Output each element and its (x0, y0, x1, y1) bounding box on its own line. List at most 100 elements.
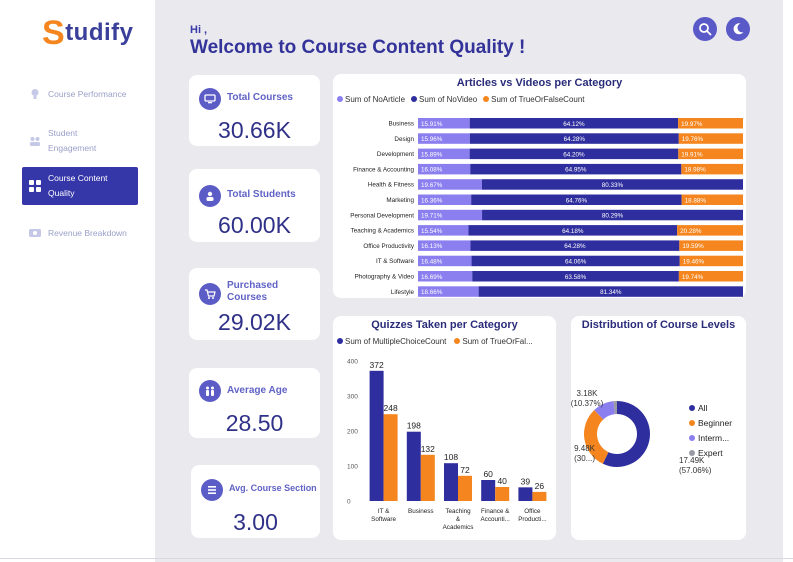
bar (369, 370, 384, 501)
category-label: Business (388, 121, 414, 128)
course-levels-chart: 17.49K(57.06%)9.48K(30...)3.18K(10.37%) A… (571, 389, 732, 475)
data-label: 248 (384, 403, 398, 413)
main-content: Hi , Welcome to Course Content Quality !… (155, 0, 783, 562)
legend-label: Expert (698, 448, 723, 458)
bar (444, 463, 458, 501)
data-label: 9.48K (574, 444, 596, 453)
kpi-label: Average Age (227, 385, 288, 396)
data-label: 19.67% (421, 182, 443, 189)
moon-icon (733, 23, 744, 35)
sidebar-item-course-content-quality[interactable]: Course Content Quality (22, 167, 138, 205)
articles-vs-videos-chart: Business 15.91% 64.12% 19.97% Design 15.96% 64… (350, 118, 744, 297)
category-label: Software (371, 516, 396, 523)
kpi-value: 28.50 (225, 410, 284, 436)
data-label: 16.48% (421, 259, 443, 266)
bar (458, 475, 472, 501)
data-label: 16.36% (421, 197, 443, 204)
legend-swatch (689, 435, 695, 441)
y-tick-label: 100 (347, 464, 358, 471)
bar (383, 414, 398, 501)
legend-label: All (698, 403, 708, 413)
theme-toggle-button[interactable] (726, 17, 750, 41)
data-label: 15.91% (421, 121, 443, 128)
category-label: Academics (443, 524, 474, 531)
data-label: 64.28% (564, 243, 586, 250)
kpi-value: 3.00 (233, 509, 278, 535)
grid-icon (29, 180, 41, 192)
category-label: Office Productivity (363, 243, 414, 250)
app-logo[interactable]: Studify (42, 16, 134, 50)
data-label: (57.06%) (679, 466, 712, 475)
data-label: 16.13% (421, 243, 443, 250)
kpi-card-total-students: Total Students 60.00K (189, 169, 320, 242)
search-icon (699, 23, 712, 36)
data-label: 72 (460, 465, 470, 475)
list-icon (201, 479, 223, 501)
kpi-card-average-age: Average Age 28.50 (189, 368, 320, 438)
legend-label: Beginner (698, 418, 732, 428)
category-label: Teaching & Academics (351, 228, 414, 235)
kpi-value: 60.00K (218, 212, 291, 238)
kpi-value: 29.02K (218, 309, 291, 335)
divider (0, 558, 793, 559)
legend-label: Interm... (698, 433, 729, 443)
category-label: Business (408, 508, 434, 515)
sidebar-item-revenue-breakdown[interactable]: Revenue Breakdown (22, 225, 138, 241)
sidebar-item-label: Course Content Quality (48, 173, 108, 198)
category-label: Office (524, 508, 541, 515)
bar (406, 431, 421, 501)
data-label: 3.18K (577, 389, 599, 398)
bar (532, 491, 547, 501)
sidebar-item-student-engagement[interactable]: Student Engagement (22, 126, 138, 156)
data-label: 132 (421, 444, 435, 454)
sidebar-item-course-performance[interactable]: Course Performance (22, 86, 138, 102)
data-label: 81.34% (600, 289, 622, 296)
category-label: Marketing (386, 197, 414, 204)
category-label: Finance & (481, 508, 510, 515)
bulb-icon (31, 89, 39, 99)
sidebar: Studify Course Performance Student Engag… (0, 0, 155, 562)
category-label: Health & Fitness (368, 182, 414, 189)
kpi-label: Total Courses (227, 92, 293, 103)
data-label: 16.08% (421, 167, 443, 174)
data-label: 64.12% (563, 121, 585, 128)
data-label: 19.76% (682, 136, 704, 143)
bar (481, 480, 496, 501)
data-label: 64.95% (565, 167, 587, 174)
category-label: Personal Development (350, 212, 414, 219)
data-label: 18.88% (685, 197, 707, 204)
legend-swatch (689, 405, 695, 411)
data-label: 19.97% (681, 121, 703, 128)
data-label: 108 (444, 452, 458, 462)
data-label: 20.28% (680, 228, 702, 235)
data-label: (10.37%) (571, 399, 604, 408)
sidebar-item-label: Student Engagement (48, 128, 97, 153)
search-button[interactable] (693, 17, 717, 41)
bar (518, 487, 533, 501)
data-label: 198 (407, 421, 421, 431)
data-label: 64.28% (564, 136, 586, 143)
kpi-value: 30.66K (218, 117, 291, 143)
data-label: 18.66% (421, 289, 443, 296)
kpi-label: Total Students (227, 189, 296, 200)
data-label: 26 (535, 481, 545, 491)
data-label: 19.71% (421, 213, 443, 220)
monitor-icon (199, 88, 221, 110)
cart-icon (199, 283, 221, 305)
kpi-card-total-courses: Total Courses 30.66K (189, 75, 320, 146)
course-levels-chart-card: Distribution of Course Levels 17.49K (57.… (571, 316, 746, 540)
kpi-label: Purchased Courses (227, 280, 279, 303)
data-label: 19.46% (683, 259, 705, 266)
data-label: 16.69% (421, 274, 443, 281)
data-label: 64.20% (563, 151, 585, 158)
bar (420, 454, 435, 501)
y-tick-label: 300 (347, 394, 358, 401)
legend-swatch (689, 420, 695, 426)
student-icon (199, 185, 221, 207)
quizzes-chart-card: Quizzes Taken per Category Sum of Multip… (333, 316, 556, 540)
category-label: Finance & Accounting (353, 166, 414, 173)
y-tick-label: 200 (347, 429, 358, 436)
data-label: 15.54% (421, 228, 443, 235)
money-icon (29, 229, 41, 237)
legend-swatch (689, 450, 695, 456)
